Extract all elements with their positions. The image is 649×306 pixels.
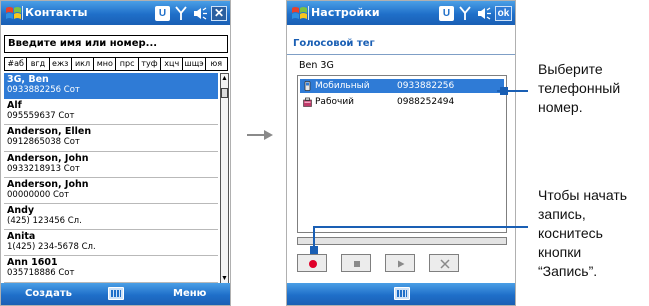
keyboard-icon[interactable] bbox=[394, 287, 410, 300]
heading-divider bbox=[287, 54, 515, 55]
signal-icon[interactable] bbox=[173, 5, 189, 22]
contact-name: Anderson, Ellen bbox=[7, 126, 92, 138]
contact-name: Anderson, John bbox=[7, 152, 89, 164]
record-button[interactable] bbox=[297, 254, 327, 272]
contact-phone: 0933218913 Сот bbox=[7, 163, 80, 174]
contact-name: Ann 1601 bbox=[7, 257, 58, 269]
contact-list-scrollbar[interactable]: ▲ ▼ bbox=[220, 73, 229, 284]
contact-item[interactable]: Anderson, Ellen 0912865038 Сот bbox=[4, 125, 218, 152]
phone-number: 0933882256 bbox=[397, 81, 455, 91]
input-u-icon[interactable]: U bbox=[439, 5, 454, 21]
alpha-tab[interactable]: хцч bbox=[161, 58, 184, 70]
page-title: Голосовой тег bbox=[293, 38, 375, 49]
contact-name: Andy bbox=[7, 204, 35, 216]
alpha-tab[interactable]: юя bbox=[206, 58, 227, 70]
contact-phone: 00000000 Сот bbox=[7, 189, 70, 200]
ok-button[interactable]: ok bbox=[495, 5, 512, 21]
create-softkey[interactable]: Создать bbox=[25, 288, 72, 299]
menu-softkey[interactable]: Меню bbox=[173, 288, 206, 299]
annotation-connector-end bbox=[500, 87, 508, 95]
contact-name: Anderson, John bbox=[7, 178, 89, 190]
contact-phone: (425) 123456 Сл. bbox=[7, 215, 82, 226]
play-button[interactable] bbox=[385, 254, 415, 272]
annotation-connector-end bbox=[310, 246, 318, 254]
windows-start-icon[interactable] bbox=[5, 5, 22, 21]
alpha-index-bar: #аб вгд ежз икл мно прс туф хцч шщэ юя bbox=[4, 57, 228, 71]
record-icon bbox=[309, 260, 317, 268]
contact-phone: 0933882256 Сот bbox=[7, 85, 80, 95]
contact-phone: 0912865038 Сот bbox=[7, 137, 80, 148]
contact-list: 3G, Ben 0933882256 Сот Alf 095559637 Сот… bbox=[4, 73, 218, 284]
signal-icon[interactable] bbox=[457, 5, 473, 22]
contact-item[interactable]: 3G, Ben 0933882256 Сот bbox=[4, 73, 218, 100]
alpha-tab[interactable]: туф bbox=[139, 58, 162, 70]
app-title: Настройки bbox=[311, 6, 380, 19]
delete-button[interactable] bbox=[429, 254, 459, 272]
windows-start-icon[interactable] bbox=[291, 5, 308, 21]
delete-icon bbox=[440, 259, 450, 269]
input-u-icon[interactable]: U bbox=[155, 5, 170, 21]
contact-item[interactable]: Anita 1(425) 234-5678 Сл. bbox=[4, 230, 218, 257]
play-icon bbox=[398, 260, 405, 268]
alpha-tab[interactable]: мно bbox=[94, 58, 117, 70]
alpha-tab[interactable]: икл bbox=[72, 58, 95, 70]
scroll-thumb[interactable] bbox=[221, 88, 228, 98]
contact-name: 3G, Ben bbox=[7, 74, 49, 85]
title-separator bbox=[22, 6, 23, 20]
transition-arrow-icon bbox=[247, 130, 273, 140]
keyboard-icon[interactable] bbox=[108, 287, 124, 300]
title-bar: Настройки U ok bbox=[287, 1, 515, 25]
contact-item[interactable]: Ann 1601 035718886 Сот bbox=[4, 256, 218, 283]
mobile-phone-icon bbox=[304, 81, 311, 91]
menu-bar: Создать Меню bbox=[1, 283, 230, 305]
contact-phone: 035718886 Сот bbox=[7, 268, 75, 279]
scroll-up-icon[interactable]: ▲ bbox=[221, 74, 228, 83]
stop-button[interactable] bbox=[341, 254, 371, 272]
annotation-connector bbox=[313, 226, 528, 228]
volume-icon[interactable] bbox=[192, 5, 208, 22]
alpha-tab[interactable]: прс bbox=[116, 58, 139, 70]
contacts-screen: Контакты U ✕ Введите имя или номер... #а… bbox=[0, 0, 231, 306]
volume-icon[interactable] bbox=[476, 5, 492, 22]
annotation-select-number: Выберите телефонный номер. bbox=[538, 61, 621, 115]
contact-item[interactable]: Anderson, John 0933218913 Сот bbox=[4, 152, 218, 178]
phone-number-item[interactable]: Рабочий 0988252494 bbox=[300, 95, 504, 109]
contact-item[interactable]: Alf 095559637 Сот bbox=[4, 99, 218, 126]
phone-number: 0988252494 bbox=[397, 97, 455, 107]
title-separator bbox=[308, 6, 309, 20]
contact-phone: 095559637 Сот bbox=[7, 111, 75, 122]
alpha-tab[interactable]: вгд bbox=[27, 58, 50, 70]
contact-item[interactable]: Andy (425) 123456 Сл. bbox=[4, 204, 218, 231]
contact-item[interactable]: Anderson, John 00000000 Сот bbox=[4, 178, 218, 204]
alpha-tab[interactable]: ежз bbox=[50, 58, 72, 70]
close-icon[interactable]: ✕ bbox=[211, 5, 227, 21]
work-phone-icon bbox=[303, 97, 312, 107]
search-input[interactable]: Введите имя или номер... bbox=[4, 35, 228, 53]
app-title: Контакты bbox=[25, 6, 88, 19]
contact-name-label: Ben 3G bbox=[299, 60, 334, 71]
contact-name: Alf bbox=[7, 100, 22, 112]
annotation-start-record: Чтобы начать запись, коснитесь кнопки “З… bbox=[538, 187, 628, 279]
menu-bar bbox=[287, 283, 515, 305]
stop-icon bbox=[354, 261, 360, 267]
contact-phone: 1(425) 234-5678 Сл. bbox=[7, 242, 96, 253]
phone-type: Рабочий bbox=[315, 97, 355, 107]
title-bar: Контакты U ✕ bbox=[1, 1, 230, 25]
alpha-tab[interactable]: шщэ bbox=[183, 58, 206, 70]
phone-number-item[interactable]: Мобильный 0933882256 bbox=[300, 79, 504, 93]
scroll-down-icon[interactable]: ▼ bbox=[221, 274, 228, 283]
recording-progress-bar bbox=[297, 237, 507, 245]
voice-tag-screen: Настройки U ok Голосовой тег Ben 3G Моби… bbox=[286, 0, 516, 306]
phone-type: Мобильный bbox=[315, 81, 370, 91]
contact-name: Anita bbox=[7, 231, 36, 243]
recording-controls bbox=[297, 251, 507, 275]
phone-number-list: Мобильный 0933882256 Рабочий 0988252494 bbox=[297, 75, 507, 233]
alpha-tab[interactable]: #аб bbox=[5, 58, 28, 70]
